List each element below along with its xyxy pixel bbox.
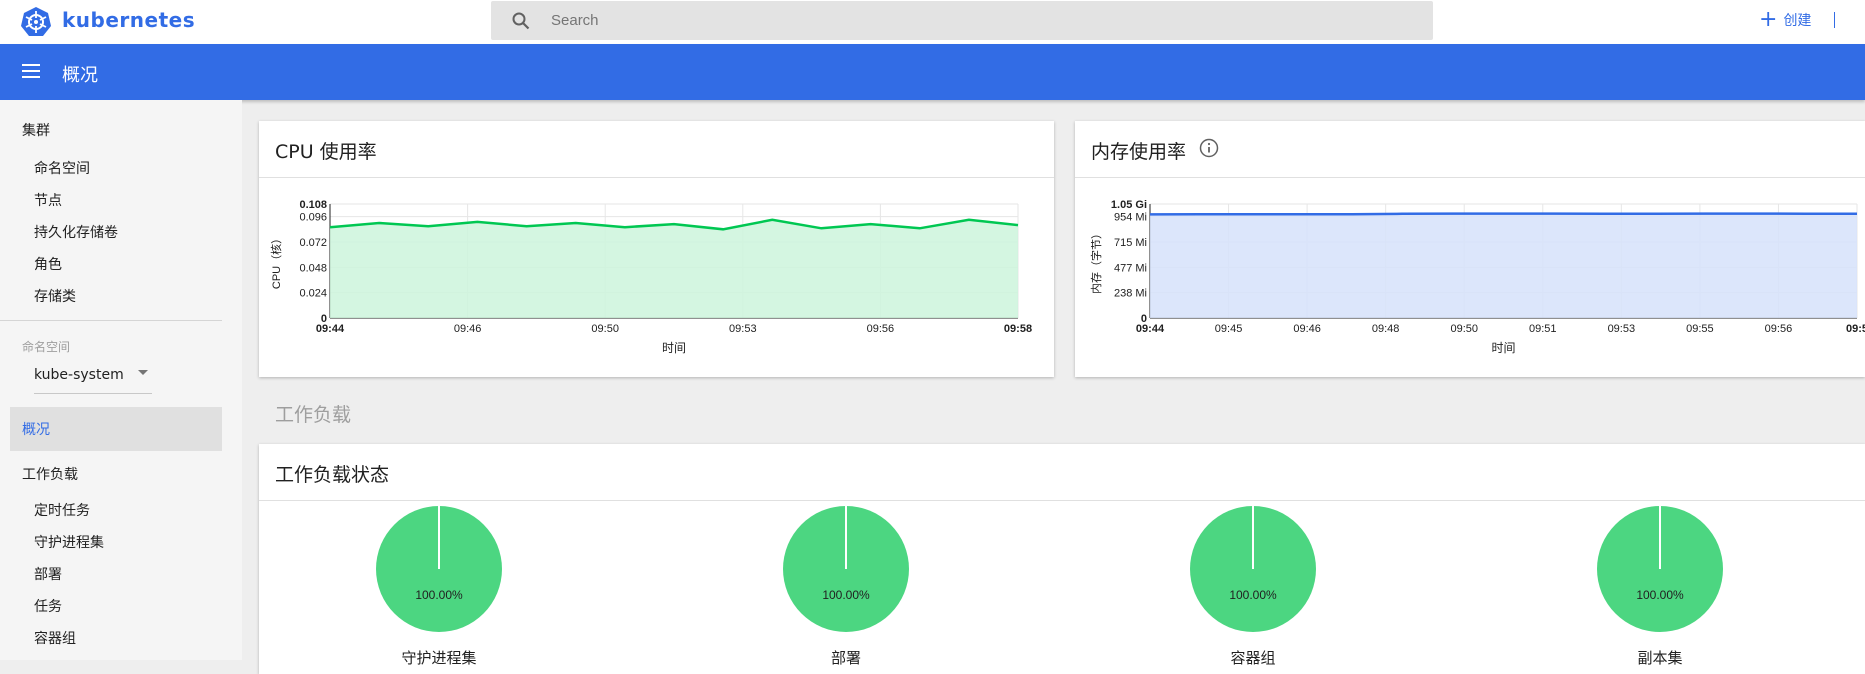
sidebar-item-overview[interactable]: 概况 [10, 407, 222, 451]
kubernetes-logo-icon[interactable] [20, 6, 52, 38]
mem-x-tick: 09:45 [1215, 323, 1243, 335]
memory-card-title: 内存使用率 [1091, 141, 1187, 163]
sidebar-item-cron-jobs[interactable]: 定时任务 [34, 500, 90, 520]
sidebar-item-pods[interactable]: 容器组 [34, 628, 76, 648]
create-label: 创建 [1783, 13, 1812, 29]
page-title: 概况 [62, 65, 98, 86]
cpu-y-tick: 0.048 [299, 262, 327, 274]
pie-percent-label: 100.00% [1636, 588, 1684, 602]
sidebar-heading-cluster[interactable]: 集群 [22, 120, 50, 140]
create-button[interactable]: + 创建 [1759, 8, 1811, 32]
mem-x-tick: 09:44 [1136, 323, 1165, 335]
mem-x-tick: 09:55 [1686, 323, 1714, 335]
cpu-x-tick: 09:58 [1004, 323, 1032, 335]
top-bar: kubernetes + 创建 [0, 0, 1865, 44]
pie-label: 副本集 [1637, 649, 1683, 667]
namespace-label: 命名空间 [22, 340, 71, 354]
sidebar: 集群 命名空间 节点 持久化存储卷 角色 存储类 命名空间 kube-syste… [0, 100, 242, 660]
pie-label: 部署 [830, 649, 861, 667]
mem-x-tick: 09:51 [1529, 323, 1557, 335]
pie-chart-item[interactable]: 100.00% 副本集 [1590, 505, 1730, 668]
cpu-y-tick: 0.108 [299, 199, 327, 211]
cpu-area [330, 219, 1018, 318]
mem-y-tick: 238 Mi [1114, 288, 1147, 300]
namespace-value: kube-system [34, 367, 124, 383]
search-input[interactable] [551, 1, 1411, 40]
cpu-x-tick: 09:44 [316, 323, 345, 335]
cpu-x-label: 时间 [662, 341, 686, 355]
workload-status-card: 工作负载状态 100.00% 守护进程集 100.00% 部署 100.00% 容器组 10… [259, 444, 1865, 674]
section-title-workloads: 工作负载 [275, 404, 352, 426]
sidebar-item-roles[interactable]: 角色 [34, 254, 62, 274]
mem-y-tick: 954 Mi [1114, 212, 1147, 224]
sidebar-item-persistent-volumes[interactable]: 持久化存储卷 [34, 222, 118, 242]
pie-percent-label: 100.00% [822, 588, 870, 602]
pie-chart-item[interactable]: 100.00% 部署 [776, 505, 916, 668]
pie-label: 守护进程集 [401, 649, 477, 667]
cpu-x-tick: 09:50 [591, 323, 619, 335]
card-divider [259, 500, 1865, 501]
pie-chart-item[interactable]: 100.00% 容器组 [1183, 505, 1323, 668]
sidebar-item-label: 概况 [22, 422, 50, 438]
sidebar-item-storage-classes[interactable]: 存储类 [34, 286, 76, 306]
mem-x-tick: 09:50 [1450, 323, 1478, 335]
pie-chart: 100.00% [376, 506, 502, 632]
cpu-x-tick: 09:53 [729, 323, 757, 335]
mem-y-tick: 477 Mi [1114, 262, 1147, 274]
mem-line [1149, 212, 1858, 216]
cpu-y-tick: 0.072 [299, 237, 327, 249]
cpu-y-tick: 0.024 [299, 288, 327, 300]
sidebar-divider [0, 320, 222, 321]
sidebar-item-namespaces[interactable]: 命名空间 [34, 158, 90, 178]
sidebar-item-deployments[interactable]: 部署 [34, 564, 62, 584]
cpu-usage-card: CPU 使用率 0 0.024 0.048 0.072 0.096 0.108 09:44 0… [259, 121, 1054, 377]
cpu-card-title: CPU 使用率 [275, 141, 377, 163]
mem-x-label: 时间 [1491, 341, 1515, 355]
pie-chart: 100.00% [1597, 506, 1723, 632]
sidebar-heading-workloads[interactable]: 工作负载 [22, 464, 78, 484]
pie-chart: 100.00% [783, 506, 909, 632]
page-header: 概况 [0, 44, 1865, 100]
cpu-y-label: CPU（核） [269, 233, 283, 289]
menu-icon[interactable] [22, 64, 42, 80]
info-icon[interactable] [1199, 138, 1219, 158]
chevron-down-icon [138, 370, 148, 375]
toolbar-divider [1834, 12, 1835, 28]
mem-x-tick: 09:46 [1293, 323, 1321, 335]
cpu-x-tick: 09:46 [454, 323, 482, 335]
mem-x-tick: 09:5 [1846, 323, 1865, 335]
mem-x-tick: 09:53 [1608, 323, 1636, 335]
memory-chart: 0238 Mi477 Mi715 Mi954 Mi1.05 Gi09:44 09:… [1089, 199, 1865, 355]
sidebar-item-jobs[interactable]: 任务 [34, 596, 62, 616]
pie-percent-label: 100.00% [415, 588, 463, 602]
pie-percent-label: 100.00% [1229, 588, 1277, 602]
search-icon [512, 12, 530, 30]
mem-x-tick: 09:56 [1765, 323, 1793, 335]
pie-label: 容器组 [1230, 649, 1276, 667]
mem-y-label: 内存（字节） [1089, 228, 1103, 294]
mem-area [1150, 213, 1857, 318]
cpu-y-tick: 0.096 [299, 212, 327, 224]
mem-y-tick: 715 Mi [1114, 237, 1147, 249]
brand-name[interactable]: kubernetes [62, 8, 195, 32]
mem-y-tick: 1.05 Gi [1111, 199, 1147, 211]
sidebar-item-daemon-sets[interactable]: 守护进程集 [34, 532, 104, 552]
workload-status-title: 工作负载状态 [275, 464, 390, 486]
mem-x-tick: 09:48 [1372, 323, 1400, 335]
sidebar-item-nodes[interactable]: 节点 [34, 190, 62, 210]
search-bar[interactable] [491, 1, 1433, 40]
plus-icon: + [1759, 7, 1778, 32]
pie-chart: 100.00% [1190, 506, 1316, 632]
cpu-x-tick: 09:56 [867, 323, 895, 335]
cpu-chart: 00.0240.0480.0720.0960.10809:44 09:46 09:5… [269, 199, 1032, 355]
namespace-select[interactable]: kube-system [34, 364, 152, 394]
memory-usage-card: 内存使用率 0 238 Mi 477 Mi 715 Mi 954 Mi 1.05 Gi 09… [1075, 121, 1865, 377]
pie-chart-item[interactable]: 100.00% 守护进程集 [369, 505, 509, 668]
